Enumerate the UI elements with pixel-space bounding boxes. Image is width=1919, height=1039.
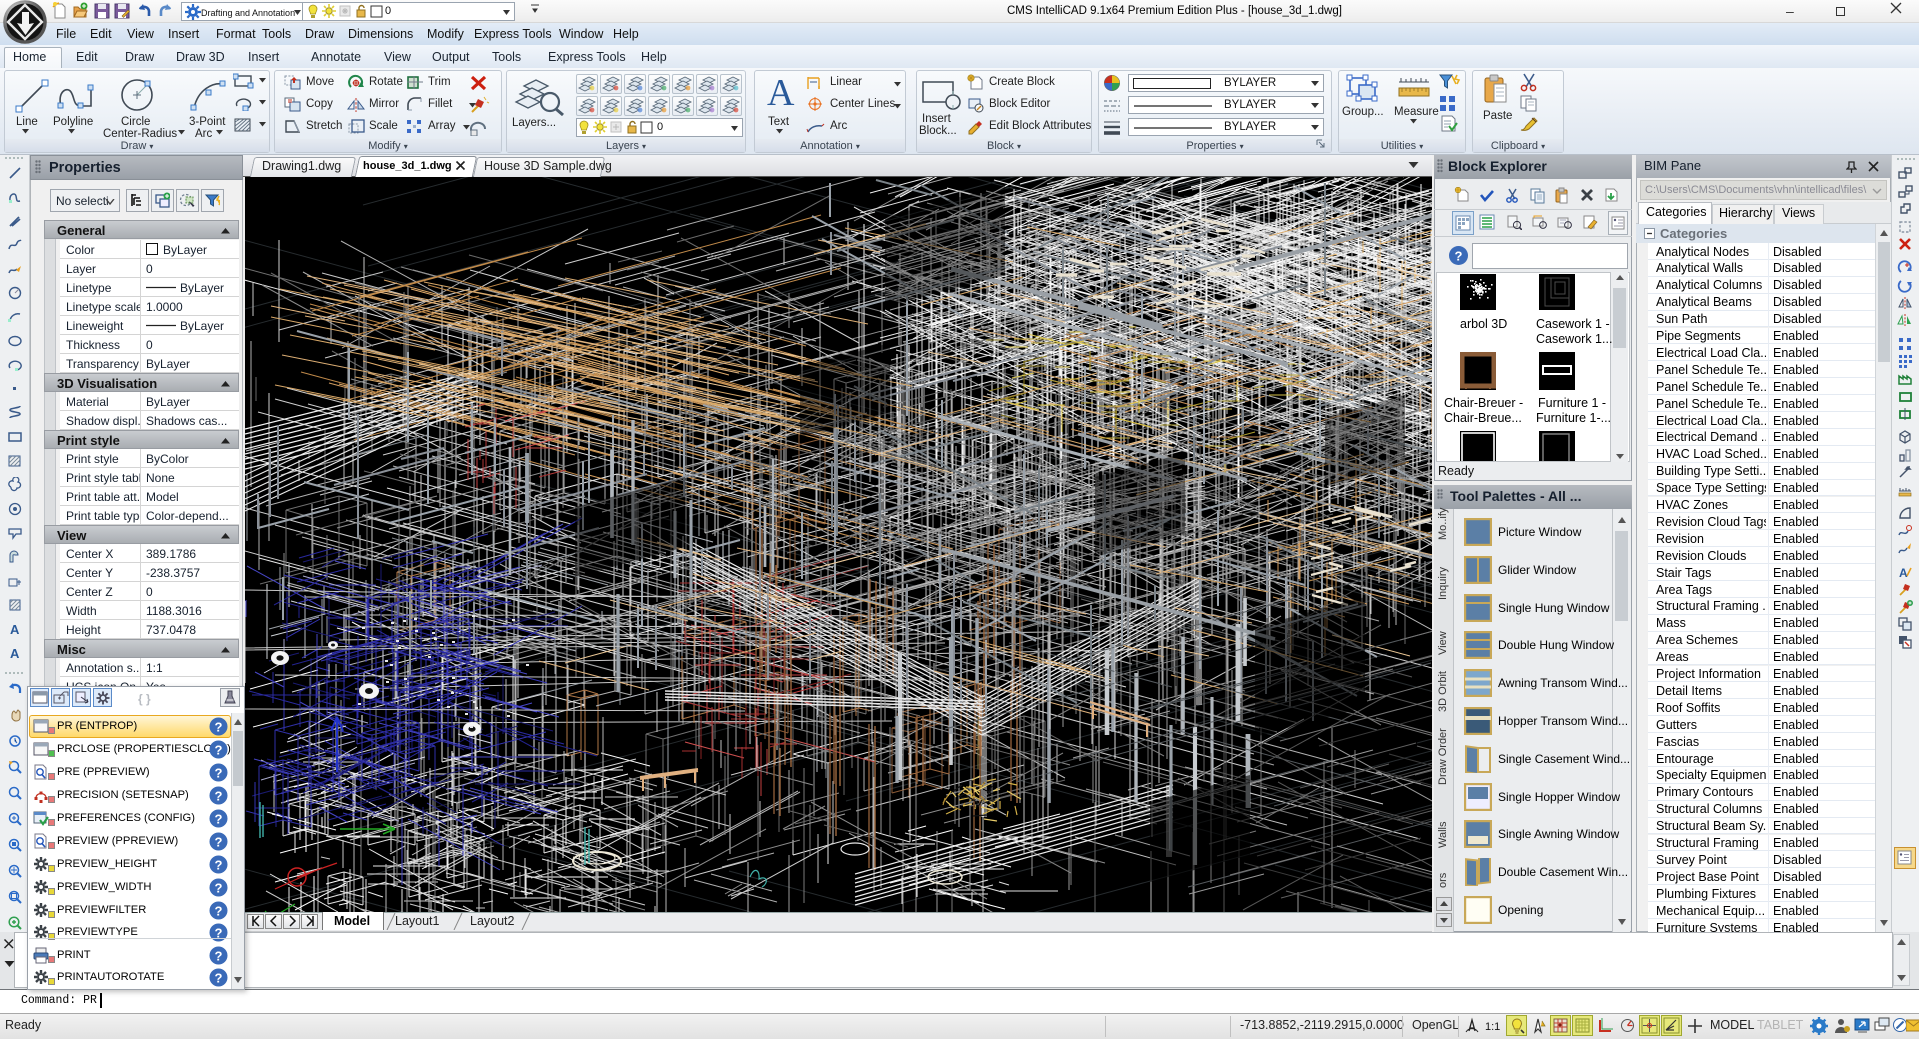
svg-text:?: ?	[215, 743, 223, 758]
svg-text:?: ?	[215, 971, 223, 986]
svg-text:?: ?	[215, 949, 223, 964]
svg-text:?: ?	[215, 835, 223, 850]
svg-text:A: A	[10, 646, 20, 661]
svg-text:?: ?	[215, 789, 223, 804]
svg-text:?: ?	[215, 720, 223, 735]
svg-text:?: ?	[215, 766, 223, 781]
svg-text:A: A	[10, 622, 20, 637]
svg-text:1:1: 1:1	[1485, 1021, 1500, 1033]
svg-text:?: ?	[1455, 249, 1463, 264]
svg-text:?: ?	[215, 881, 223, 896]
svg-text:?: ?	[215, 858, 223, 873]
svg-text:A: A	[1899, 566, 1908, 580]
svg-text:?: ?	[215, 904, 223, 919]
svg-text:A: A	[767, 72, 795, 114]
svg-text:?: ?	[215, 812, 223, 827]
